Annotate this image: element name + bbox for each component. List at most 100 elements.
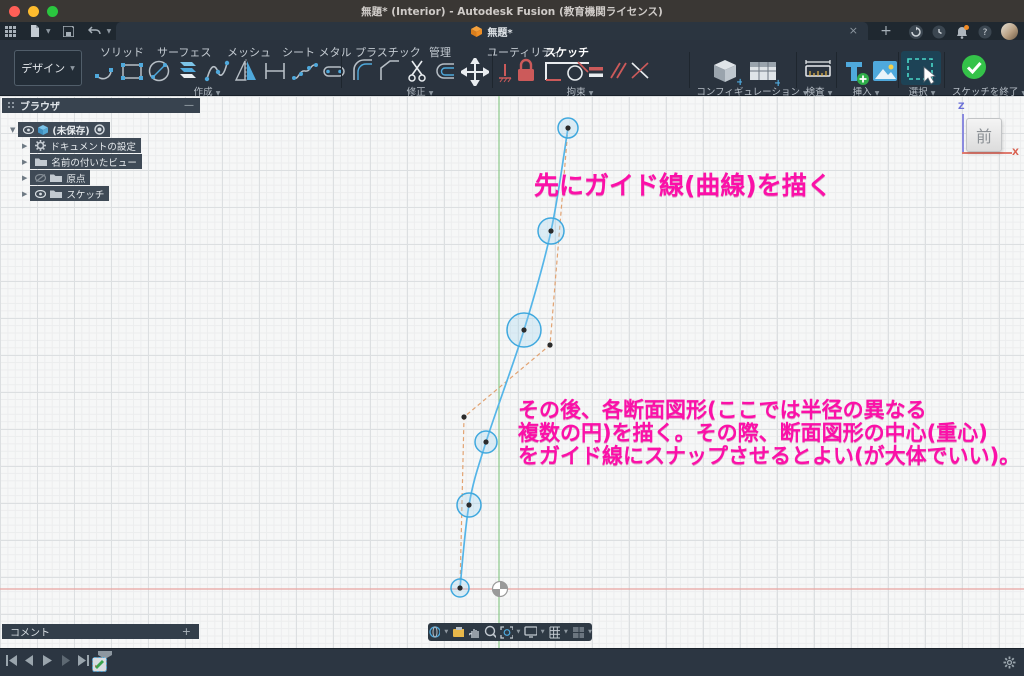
dimension-tool-icon[interactable] xyxy=(262,58,288,84)
browser-item-label[interactable]: 名前の付いたビュー xyxy=(51,155,137,169)
sketch-point[interactable] xyxy=(457,585,462,590)
grid-caret-icon[interactable]: ▼ xyxy=(564,629,568,635)
browser-row-origin[interactable]: ▶ 原点 xyxy=(22,170,90,185)
sketch-point[interactable] xyxy=(548,228,553,233)
fix-constraint-icon[interactable] xyxy=(497,62,513,84)
collapsed-chevron-icon[interactable]: ▶ xyxy=(22,142,27,150)
ribbon-toolbar: ソリッド サーフェス メッシュ シート メタル プラスチック 管理 ユーティリテ… xyxy=(0,40,1024,96)
viewports-caret-icon[interactable]: ▼ xyxy=(588,629,592,635)
fit-caret-icon[interactable]: ▼ xyxy=(517,629,521,635)
slot-tool-icon[interactable] xyxy=(321,58,347,84)
app-grid-icon[interactable] xyxy=(5,26,16,37)
visibility-eye-icon[interactable] xyxy=(23,126,34,134)
parallel-constraint-icon[interactable] xyxy=(608,60,628,82)
browser-row-named-views[interactable]: ▶ 名前の付いたビュー xyxy=(22,154,142,169)
spline-tool-icon[interactable] xyxy=(204,58,230,84)
close-tab-icon[interactable]: × xyxy=(849,24,858,37)
finish-sketch-icon[interactable] xyxy=(961,54,987,80)
collapsed-chevron-icon[interactable]: ▶ xyxy=(22,158,27,166)
timeline-step-forward-icon[interactable] xyxy=(60,655,71,666)
trim-tool-icon[interactable] xyxy=(406,58,430,84)
macos-titlebar: 無題* (Interior) - Autodesk Fusion (教育機関ライ… xyxy=(0,0,1024,22)
display-caret-icon[interactable]: ▼ xyxy=(541,629,545,635)
visibility-eye-icon[interactable] xyxy=(35,190,46,198)
sketch-point[interactable] xyxy=(483,439,488,444)
undo-caret-icon[interactable]: ▼ xyxy=(107,28,112,35)
root-component-label[interactable]: (未保存) xyxy=(52,123,89,137)
collapsed-chevron-icon[interactable]: ▶ xyxy=(22,174,27,182)
insert-image-icon[interactable] xyxy=(871,58,899,84)
browser-row-document-settings[interactable]: ▶ ドキュメントの設定 xyxy=(22,138,141,153)
browser-header[interactable]: ブラウザ — xyxy=(2,98,200,113)
visibility-off-eye-icon[interactable] xyxy=(35,174,46,182)
browser-row-sketches[interactable]: ▶ スケッチ xyxy=(22,186,109,201)
save-icon[interactable] xyxy=(63,26,74,37)
control-point-spline-tool-icon[interactable] xyxy=(291,58,319,84)
mirror-tool-icon[interactable] xyxy=(233,58,259,84)
pan-icon[interactable] xyxy=(468,626,479,639)
tangent-constraint-icon[interactable] xyxy=(565,60,589,84)
orbit-icon[interactable] xyxy=(428,625,440,639)
select-tool-icon[interactable] xyxy=(906,55,938,85)
rectangle-tool-icon[interactable] xyxy=(120,58,144,84)
viewcube[interactable]: 前 Z X xyxy=(952,104,1020,166)
timeline-go-start-icon[interactable] xyxy=(6,655,17,666)
sketch-canvas[interactable]: ブラウザ — ▼ (未保存) ▶ ドキュメントの設定 ▶ 名前の付いたビュー xyxy=(0,96,1024,648)
configuration-table-icon[interactable]: + xyxy=(748,58,780,86)
coincident-constraint-icon[interactable] xyxy=(630,60,650,82)
timeline-go-end-icon[interactable] xyxy=(78,655,89,666)
ribbon-divider xyxy=(492,52,493,88)
timeline-settings-gear-icon[interactable] xyxy=(1003,656,1016,669)
add-comment-icon[interactable]: + xyxy=(182,625,191,638)
look-at-icon[interactable] xyxy=(452,626,464,638)
orbit-caret-icon[interactable]: ▼ xyxy=(444,629,448,635)
sketch-point[interactable] xyxy=(461,414,466,419)
collapsed-chevron-icon[interactable]: ▶ xyxy=(22,190,27,198)
measure-tool-icon[interactable] xyxy=(804,58,832,84)
navigation-bar: ▼ ▼ ▼ ▼ ▼ xyxy=(428,623,592,641)
file-menu-icon[interactable] xyxy=(30,25,40,37)
new-tab-button[interactable]: + xyxy=(878,23,894,39)
configure-feature-icon[interactable]: + xyxy=(712,58,742,86)
fillet-tool-icon[interactable] xyxy=(350,58,374,84)
offset-tool-icon[interactable] xyxy=(432,58,458,84)
file-menu-caret-icon[interactable]: ▼ xyxy=(46,28,51,35)
sketch-point[interactable] xyxy=(547,342,552,347)
sketch-point[interactable] xyxy=(521,327,526,332)
fit-view-icon[interactable] xyxy=(500,626,512,639)
sketch-point[interactable] xyxy=(565,125,570,130)
equal-constraint-icon[interactable] xyxy=(588,64,604,80)
browser-item-label[interactable]: 原点 xyxy=(66,171,85,185)
expand-chevron-icon[interactable]: ▼ xyxy=(10,126,15,134)
timeline-play-icon[interactable] xyxy=(42,655,53,666)
perpendicular-constraint-icon[interactable] xyxy=(541,60,563,84)
chamfer-tool-icon[interactable] xyxy=(378,58,402,84)
browser-item-label[interactable]: ドキュメントの設定 xyxy=(50,139,136,153)
browser-root-row[interactable]: ▼ (未保存) xyxy=(10,122,110,137)
sketch-point[interactable] xyxy=(466,502,471,507)
lock-constraint-icon[interactable] xyxy=(515,58,537,84)
comments-panel[interactable]: コメント + xyxy=(2,624,199,639)
activate-component-icon[interactable] xyxy=(94,124,105,135)
component-cube-icon xyxy=(38,125,48,135)
line-arc-tool-icon[interactable] xyxy=(93,58,117,84)
document-tab[interactable]: 無題* × xyxy=(116,22,868,40)
zoom-icon[interactable] xyxy=(484,625,496,639)
design-caret-icon: ▼ xyxy=(70,65,75,72)
move-copy-tool-icon[interactable] xyxy=(461,58,489,86)
design-workspace-dropdown[interactable]: デザイン▼ xyxy=(14,50,82,86)
sketch-geometry[interactable] xyxy=(0,96,1024,648)
display-settings-icon[interactable] xyxy=(524,626,536,638)
undo-icon[interactable] xyxy=(88,26,101,36)
project-geometry-tool-icon[interactable] xyxy=(175,58,199,84)
viewcube-front-face[interactable]: 前 xyxy=(966,118,1002,152)
insert-text-icon[interactable] xyxy=(843,58,869,86)
timeline-sketch-feature-icon[interactable] xyxy=(92,657,107,672)
grid-snap-icon[interactable] xyxy=(549,626,560,639)
circle-tool-icon[interactable] xyxy=(147,58,171,84)
viewports-icon[interactable] xyxy=(572,626,584,639)
annotation-sections: その後、各断面図形(ここでは半径の異なる 複数の円)を描く。その際、断面図形の中… xyxy=(518,399,1020,468)
browser-minimize-icon[interactable]: — xyxy=(184,100,194,111)
browser-item-label[interactable]: スケッチ xyxy=(66,187,104,201)
timeline-step-back-icon[interactable] xyxy=(24,655,35,666)
